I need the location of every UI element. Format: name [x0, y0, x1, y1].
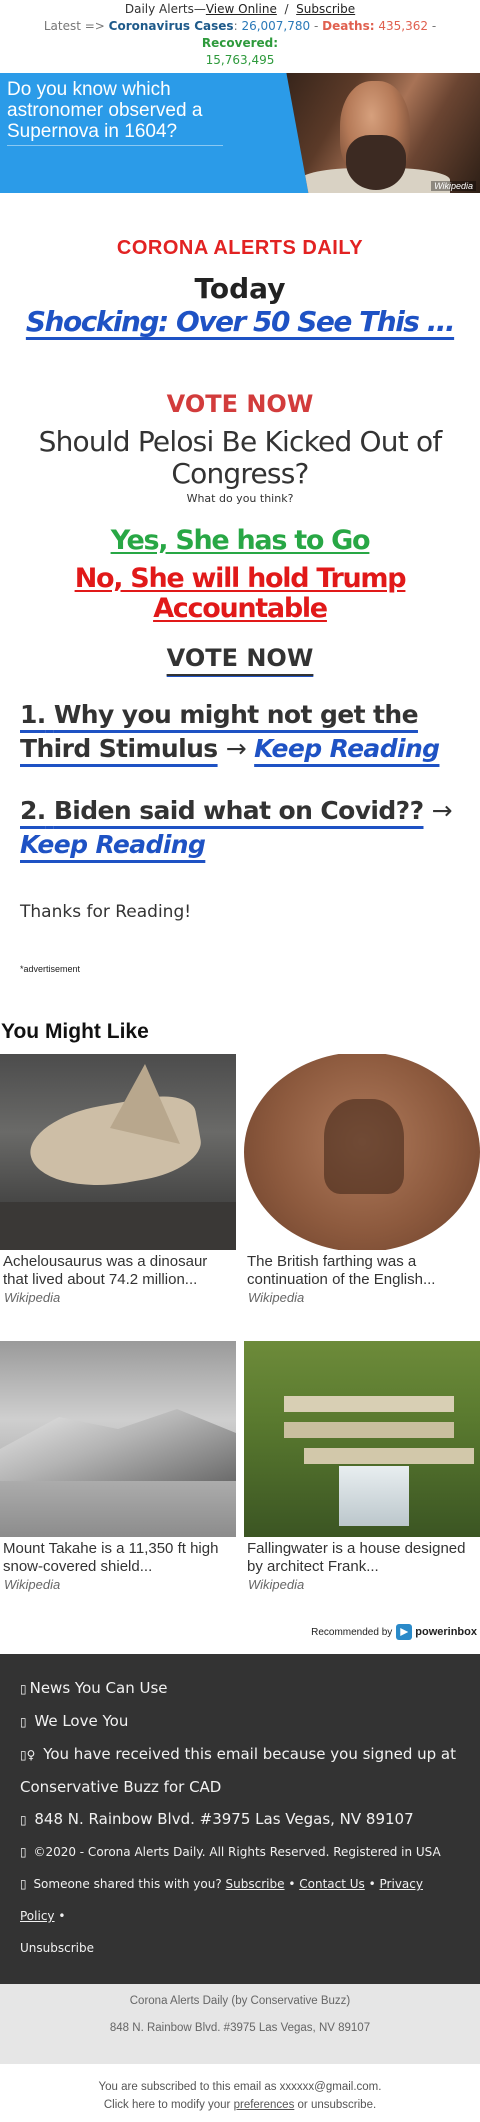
- fallingwater-house-image[interactable]: [244, 1341, 480, 1537]
- arrow-right-icon: →: [225, 734, 247, 763]
- banner-credit: Wikipedia: [431, 181, 476, 191]
- heart-icon: ▯: [20, 1715, 27, 1729]
- footer-love: We Love You: [34, 1712, 129, 1730]
- shocking-headline-link[interactable]: Shocking: Over 50 See This ...: [26, 305, 456, 338]
- modify-suffix: or unsubscribe.: [297, 2099, 377, 2111]
- recommendation-source: Wikipedia: [248, 1577, 305, 1592]
- subscribe-link[interactable]: Subscribe: [296, 2, 355, 16]
- recommendation-grid: Achelousaurus was a dinosaur that lived …: [0, 1054, 480, 1592]
- poll-no-link[interactable]: No, She will hold Trump Accountable: [75, 563, 407, 624]
- farthing-coin-image[interactable]: [244, 1054, 480, 1250]
- ticker-latest: Latest =>: [43, 19, 105, 33]
- story-1-number: 1.: [20, 700, 46, 729]
- poll-yes-link[interactable]: Yes, She has to Go: [111, 525, 371, 556]
- you-might-like-heading: You Might Like: [1, 1020, 149, 1043]
- cases-label: Coronavirus Cases: [108, 19, 234, 33]
- info-icon: ▯♀: [20, 1748, 36, 1762]
- story-1-keep-reading-link[interactable]: Keep Reading: [254, 734, 440, 763]
- recommendation-card[interactable]: The British farthing was a continuation …: [244, 1054, 480, 1305]
- poll-question: Should Pelosi Be Kicked Out of Congress?: [38, 425, 443, 490]
- footer-bullet: •: [288, 1877, 296, 1891]
- mountain-aerial-image[interactable]: [0, 1341, 236, 1537]
- share-icon: ▯: [20, 1877, 27, 1891]
- story-1[interactable]: 1. Why you might not get the Third Stimu…: [0, 698, 480, 766]
- footer: ▯ News You Can Use ▯ We Love You ▯♀ You h…: [0, 1654, 480, 1984]
- story-2[interactable]: 2. Biden said what on Covid?? → Keep Rea…: [0, 794, 480, 862]
- footer-news: News You Can Use: [29, 1679, 168, 1697]
- sender-info: Corona Alerts Daily (by Conservative Buz…: [0, 1984, 480, 2064]
- astronomer-portrait-image: [286, 73, 480, 193]
- recommendation-source: Wikipedia: [4, 1577, 61, 1592]
- newspaper-icon: ▯: [20, 1682, 27, 1696]
- recovered-value: 15,763,495: [205, 53, 275, 67]
- story-2-title: Biden said what on Covid??: [53, 796, 424, 825]
- sender-name: Corona Alerts Daily (by Conservative Buz…: [129, 1995, 351, 2007]
- brand-title: CORONA ALERTS DAILY: [116, 237, 364, 259]
- recommendation-title[interactable]: Fallingwater is a house designed by arch…: [244, 1537, 480, 1576]
- footer-contact-link[interactable]: Contact Us: [299, 1877, 365, 1891]
- vote-now-link[interactable]: VOTE NOW: [167, 644, 314, 672]
- arrow-right-icon: →: [431, 796, 453, 825]
- recommendation-title[interactable]: Achelousaurus was a dinosaur that lived …: [0, 1250, 236, 1289]
- footer-reason: You have received this email because you…: [20, 1745, 456, 1796]
- sender-address: 848 N. Rainbow Blvd. #3975 Las Vegas, NV…: [109, 2022, 371, 2034]
- top-bar: Daily Alerts—View Online / Subscribe: [0, 0, 480, 18]
- deaths-label: Deaths: [322, 19, 370, 33]
- subscription-fine-print: You are subscribed to this email as xxxx…: [0, 2064, 480, 2122]
- recommendation-source: Wikipedia: [248, 1290, 305, 1305]
- top-bar-separator: /: [284, 2, 289, 16]
- poll-subtext: What do you think?: [186, 492, 294, 505]
- banner-text: Do you know which astronomer observed a …: [7, 79, 203, 142]
- recommended-by[interactable]: Recommended by powerinbox: [0, 1624, 480, 1640]
- copyright-icon: ▯: [20, 1845, 27, 1859]
- top-bar-prefix: Daily Alerts—: [124, 2, 206, 16]
- story-2-keep-reading-link[interactable]: Keep Reading: [20, 830, 206, 859]
- recommendation-title[interactable]: The British farthing was a continuation …: [244, 1250, 480, 1289]
- advertisement-label: *advertisement: [20, 964, 81, 974]
- preferences-link[interactable]: preferences: [234, 2099, 295, 2111]
- supernova-banner-ad[interactable]: Do you know which astronomer observed a …: [0, 73, 480, 193]
- powerinbox-name: powerinbox: [415, 1626, 477, 1638]
- footer-shared-text: Someone shared this with you?: [33, 1877, 222, 1891]
- thanks-text: Thanks for Reading!: [20, 902, 192, 922]
- view-online-link[interactable]: View Online: [206, 2, 277, 16]
- cases-value: 26,007,780: [241, 19, 311, 33]
- footer-unsubscribe-link[interactable]: Unsubscribe: [20, 1941, 94, 1955]
- recommendation-card[interactable]: Achelousaurus was a dinosaur that lived …: [0, 1054, 236, 1305]
- recommendation-source: Wikipedia: [4, 1290, 61, 1305]
- footer-bullet: •: [58, 1909, 66, 1923]
- location-icon: ▯: [20, 1813, 27, 1827]
- footer-subscribe-link[interactable]: Subscribe: [226, 1877, 285, 1891]
- modify-prefix: Click here to modify your: [103, 2099, 231, 2111]
- footer-copyright: ©2020 - Corona Alerts Daily. All Rights …: [33, 1845, 441, 1859]
- footer-address: 848 N. Rainbow Blvd. #3975 Las Vegas, NV…: [34, 1810, 414, 1828]
- footer-bullet: •: [368, 1877, 376, 1891]
- covid-ticker: Latest => Coronavirus Cases: 26,007,780 …: [43, 19, 437, 67]
- powerinbox-logo-icon: [396, 1624, 413, 1640]
- vote-now-heading: VOTE NOW: [166, 390, 314, 418]
- recommendation-title[interactable]: Mount Takahe is a 11,350 ft high snow-co…: [0, 1537, 236, 1576]
- dinosaur-skull-image[interactable]: [0, 1054, 236, 1250]
- recommendation-card[interactable]: Fallingwater is a house designed by arch…: [244, 1341, 480, 1592]
- story-2-number: 2.: [20, 796, 46, 825]
- subscribed-email-text: You are subscribed to this email as xxxx…: [98, 2081, 382, 2093]
- recommendation-card[interactable]: Mount Takahe is a 11,350 ft high snow-co…: [0, 1341, 236, 1592]
- today-heading: Today: [194, 272, 286, 305]
- recommended-by-label: Recommended by: [311, 1626, 393, 1638]
- deaths-value: 435,362: [378, 19, 429, 33]
- banner-divider: [7, 145, 223, 146]
- recovered-label: Recovered: [201, 36, 274, 50]
